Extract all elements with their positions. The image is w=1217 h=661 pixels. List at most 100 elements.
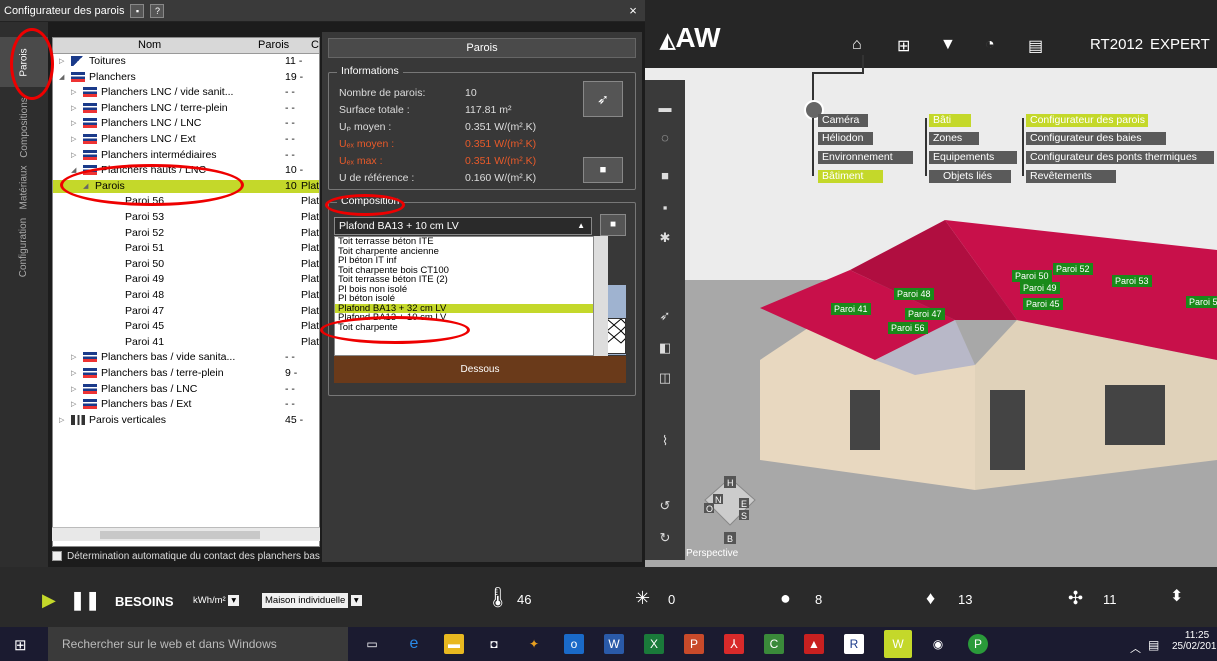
app-icon[interactable]: ✦ [524, 634, 544, 654]
tree-row[interactable]: ▷ Planchers bas / vide sanita... - - [53, 351, 319, 364]
tree-row[interactable]: Paroi 47 Plat [53, 305, 319, 318]
paroi-label[interactable]: Paroi 56 [888, 322, 928, 334]
menu-zones[interactable]: Zones [929, 132, 979, 145]
tree-hscrollbar[interactable] [52, 527, 320, 541]
expand-toggle-icon[interactable]: ▷ [71, 383, 76, 396]
tree-row[interactable]: Paroi 48 Plat [53, 289, 319, 302]
excel-icon[interactable]: X [644, 634, 664, 654]
reference-icon[interactable]: ■ [583, 157, 623, 183]
paroi-label[interactable]: Paroi 45 [1023, 298, 1063, 310]
powerpoint-icon[interactable]: P [684, 634, 704, 654]
tree-row[interactable]: Paroi 52 Plat [53, 227, 319, 240]
edit-composition-icon[interactable]: ■ [600, 214, 626, 236]
tree-row[interactable]: Paroi 49 Plat [53, 273, 319, 286]
document-icon[interactable]: ▤ [1028, 36, 1043, 56]
expand-toggle-icon[interactable]: ▷ [71, 102, 76, 115]
pick-icon[interactable]: ➶ [583, 81, 623, 117]
tab-configuration[interactable]: Configuration [0, 217, 48, 277]
close-button[interactable]: × [625, 3, 641, 19]
tray-chevron-icon[interactable]: ︿ [1130, 640, 1141, 656]
word-icon[interactable]: W [604, 634, 624, 654]
cw-icon[interactable]: C [764, 634, 784, 654]
composition-select[interactable]: Plafond BA13 + 10 cm LV ▲ [334, 217, 592, 235]
paroi-label[interactable]: Paroi 53 [1112, 275, 1152, 287]
menu-batiment[interactable]: Bâtiment [818, 170, 883, 183]
menu-environnement[interactable]: Environnement [818, 151, 913, 164]
tree-row[interactable]: ▷ Planchers bas / terre-plein 9 - [53, 367, 319, 380]
grid-icon[interactable]: ⊞ [897, 36, 910, 56]
tree-row[interactable]: Paroi 51 Plat [53, 242, 319, 255]
paroi-label[interactable]: Paroi 50 [1012, 270, 1052, 282]
r-icon[interactable]: R [844, 634, 864, 654]
tree-row[interactable]: ▷ Planchers bas / LNC - - [53, 383, 319, 396]
building-type-select[interactable]: Maison individuelle ▾ [262, 592, 370, 610]
prn-icon[interactable]: P [968, 634, 988, 654]
auto-contact-option[interactable]: Détermination automatique du contact des… [52, 549, 322, 563]
notification-icon[interactable]: ▤ [1148, 638, 1159, 652]
paroi-label[interactable]: Paroi 49 [1020, 282, 1060, 294]
navigation-compass[interactable]: H O N E S B [695, 470, 765, 550]
expand-toggle-icon[interactable]: ▷ [71, 398, 76, 411]
expand-icon[interactable]: ⬍ [1170, 586, 1183, 606]
task-view-icon[interactable]: ▭ [362, 634, 382, 654]
paroi-label[interactable]: Paroi 47 [905, 308, 945, 320]
taskbar-search[interactable]: Rechercher sur le web et dans Windows [48, 627, 348, 661]
tree-row[interactable]: ▷ Toitures 11 - [53, 55, 319, 68]
menu-heliodon[interactable]: Héliodon [818, 132, 873, 145]
tab-materiaux[interactable]: Matériaux [0, 162, 48, 212]
menu-configurateur-baies[interactable]: Configurateur des baies [1026, 132, 1166, 145]
tree-row[interactable]: Paroi 50 Plat [53, 258, 319, 271]
unit-select[interactable]: kWh/m² ▾ [193, 592, 257, 610]
expand-toggle-icon[interactable]: ▷ [71, 117, 76, 130]
expand-toggle-icon[interactable]: ▷ [71, 86, 76, 99]
menu-camera[interactable]: Caméra [818, 114, 868, 127]
expert-label[interactable]: EXPERT [1150, 36, 1210, 53]
tree-row[interactable]: Paroi 41 Plat [53, 336, 319, 349]
help-button[interactable]: ? [150, 3, 165, 18]
pie-icon[interactable]: ◔ [985, 36, 995, 54]
menu-bati[interactable]: Bâti [929, 114, 971, 127]
pdf-icon[interactable]: ⅄ [724, 634, 744, 654]
paroi-label[interactable]: Paroi 5 [1186, 296, 1217, 308]
expand-toggle-icon[interactable]: ◢ [59, 71, 64, 84]
tree-row[interactable]: ▷ Parois verticales 45 - [53, 414, 319, 427]
paroi-label[interactable]: Paroi 48 [894, 288, 934, 300]
tab-compositions[interactable]: Compositions [0, 92, 48, 162]
tree-row[interactable]: ▷ Planchers LNC / terre-plein - - [53, 102, 319, 115]
scroll-thumb[interactable] [100, 531, 260, 539]
paroi-label[interactable]: Paroi 41 [831, 303, 871, 315]
store-icon[interactable]: ◘ [484, 634, 504, 654]
tree-row[interactable]: ◢ Planchers 19 - [53, 71, 319, 84]
menu-configurateur-parois[interactable]: Configurateur des parois [1026, 114, 1148, 127]
expand-toggle-icon[interactable]: ▷ [71, 351, 76, 364]
clock[interactable]: 11:25 25/02/2016 [1172, 630, 1217, 652]
col-nom[interactable]: Nom [138, 39, 161, 51]
tree-row[interactable]: ▷ Planchers bas / Ext - - [53, 398, 319, 411]
expand-toggle-icon[interactable]: ▷ [59, 414, 64, 427]
wifi-icon[interactable]: ▼ [940, 36, 956, 54]
menu-equipements[interactable]: Equipements [929, 151, 1017, 164]
outlook-icon[interactable]: o [564, 634, 584, 654]
tree-row[interactable]: ▷ Planchers LNC / LNC - - [53, 117, 319, 130]
menu-objets-lies[interactable]: Objets liés [929, 170, 1011, 183]
tree-row[interactable]: ▷ Planchers LNC / Ext - - [53, 133, 319, 146]
home-icon[interactable]: ⌂ [852, 36, 862, 54]
play-icon[interactable]: ▶ [42, 590, 56, 611]
compass-icon[interactable]: ◌ [655, 130, 675, 146]
paroi-label[interactable]: Paroi 52 [1053, 263, 1093, 275]
expand-toggle-icon[interactable]: ▷ [71, 149, 76, 162]
col-parois[interactable]: Parois [258, 39, 289, 51]
explorer-icon[interactable]: ▬ [444, 634, 464, 654]
perspective-label[interactable]: Perspective [686, 548, 738, 559]
save-icon[interactable]: ▪ [130, 3, 145, 18]
a-icon[interactable]: ▲ [804, 634, 824, 654]
col-c[interactable]: C [311, 39, 319, 51]
rt2012-label[interactable]: RT2012 [1090, 36, 1143, 53]
edge-icon[interactable]: e [404, 634, 424, 654]
tree-row[interactable]: ▷ Planchers intermédiaires - - [53, 149, 319, 162]
expand-toggle-icon[interactable]: ▷ [59, 55, 64, 68]
folder-icon[interactable]: ▬ [655, 100, 675, 116]
aw-taskbar-icon[interactable]: W [884, 630, 912, 658]
tree-row[interactable]: Paroi 53 Plat [53, 211, 319, 224]
pause-icon[interactable]: ❚❚ [70, 590, 100, 611]
